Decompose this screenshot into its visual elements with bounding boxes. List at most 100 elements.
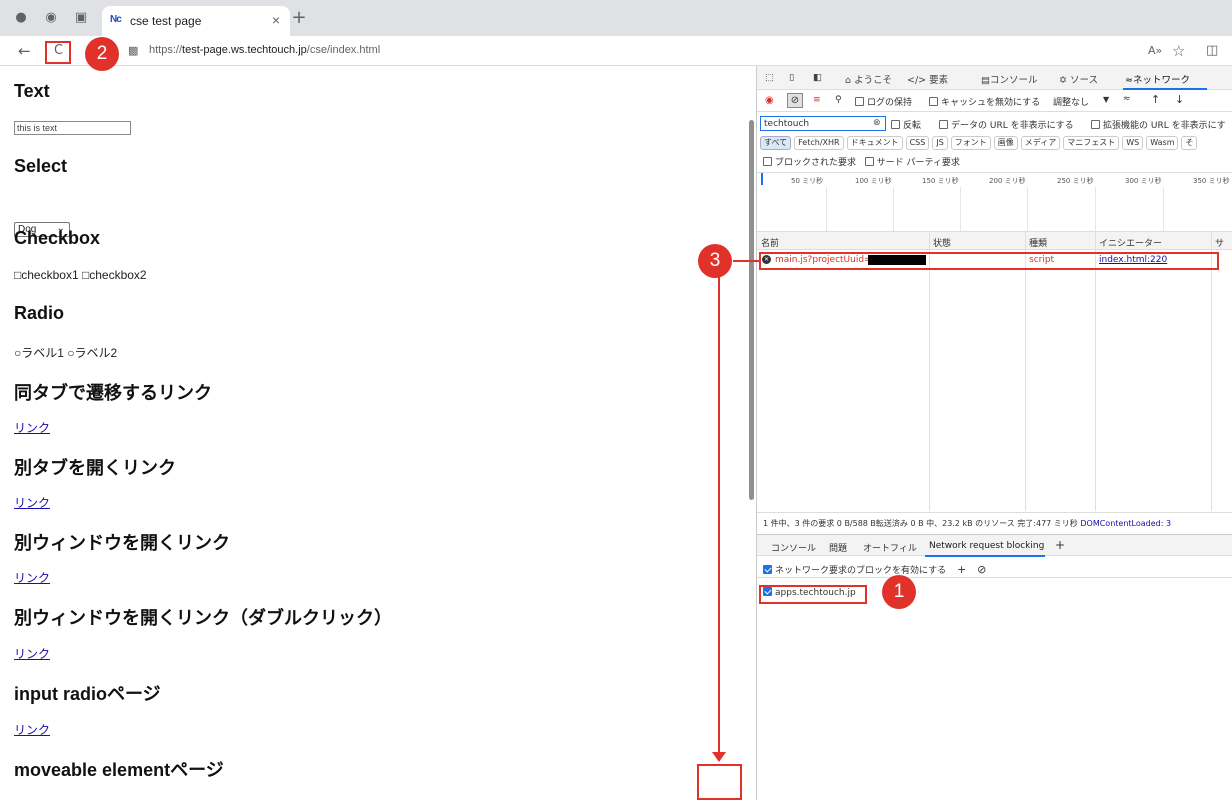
new-tab-button[interactable]: + bbox=[290, 7, 308, 28]
type-chip-all[interactable]: すべて bbox=[760, 136, 792, 150]
annotation-box-request-row bbox=[759, 252, 1219, 270]
input-radio-page-link[interactable]: リンク bbox=[14, 721, 50, 738]
blocked-requests-checkbox[interactable]: ブロックされた要求 bbox=[763, 157, 857, 168]
device-toolbar-icon[interactable]: ▯ bbox=[789, 72, 794, 83]
export-icon[interactable]: ↓ bbox=[1175, 93, 1184, 106]
tab-network[interactable]: ≈ネットワーク bbox=[1125, 72, 1190, 86]
filter-icon[interactable]: ≡ bbox=[813, 95, 821, 105]
column-name[interactable]: 名前 bbox=[761, 236, 779, 249]
type-chip-manifest[interactable]: マニフェスト bbox=[1063, 136, 1120, 150]
tab-sources[interactable]: ✡ ソース bbox=[1059, 72, 1098, 86]
inspect-icon[interactable]: ⬚ bbox=[765, 72, 774, 83]
clear-patterns-icon[interactable]: ⊘ bbox=[977, 563, 986, 576]
add-pattern-icon[interactable]: + bbox=[957, 563, 966, 576]
tab-console[interactable]: ▤コンソール bbox=[981, 72, 1038, 86]
timeline-marker bbox=[761, 173, 763, 185]
hide-data-urls-checkbox[interactable]: データの URL を非表示にする bbox=[939, 118, 1074, 131]
heading-checkbox: Checkbox bbox=[14, 228, 101, 248]
type-chip-ws[interactable]: WS bbox=[1122, 136, 1144, 150]
tab-welcome[interactable]: ⌂ ようこそ bbox=[845, 72, 892, 86]
type-chip-js[interactable]: JS bbox=[932, 136, 948, 150]
annotation-badge-1: 1 bbox=[882, 575, 916, 609]
browser-tab[interactable]: Nc cse test page × bbox=[102, 6, 290, 36]
column-size[interactable]: サ bbox=[1215, 236, 1224, 249]
requests-table-header: 名前 状態 種類 イニシエーター サ bbox=[757, 232, 1232, 250]
radio-2[interactable]: ○ラベル2 bbox=[67, 346, 117, 360]
type-chip-fetch[interactable]: Fetch/XHR bbox=[794, 136, 844, 150]
type-chip-doc[interactable]: ドキュメント bbox=[846, 136, 903, 150]
drawer-tab-issues[interactable]: 問題 bbox=[829, 541, 847, 554]
annotation-box-target bbox=[697, 764, 742, 800]
filter-input[interactable]: techtouch bbox=[760, 116, 886, 131]
column-status[interactable]: 状態 bbox=[933, 236, 951, 249]
hide-ext-urls-label: 拡張機能の URL を非表示にす bbox=[1103, 121, 1226, 131]
add-drawer-tab-icon[interactable]: + bbox=[1055, 538, 1065, 552]
import-icon[interactable]: ↑ bbox=[1151, 93, 1160, 106]
record-icon[interactable]: ◉ bbox=[765, 95, 774, 106]
workspaces-icon[interactable]: ◉ bbox=[42, 10, 60, 26]
profile-icon[interactable]: ● bbox=[12, 10, 30, 26]
dblclick-window-link[interactable]: リンク bbox=[14, 645, 50, 662]
heading-same-tab-link: 同タブで遷移するリンク bbox=[14, 383, 212, 403]
drawer-tab-autofill[interactable]: オートフィル bbox=[863, 541, 917, 554]
timeline-tick: 350 ミリ秒 bbox=[1193, 177, 1230, 185]
favorite-star-icon[interactable]: ☆ bbox=[1172, 42, 1185, 60]
type-chip-other[interactable]: そ bbox=[1181, 136, 1198, 150]
annotation-badge-2: 2 bbox=[85, 37, 119, 71]
enable-blocking-label: ネットワーク要求のブロックを有効にする bbox=[775, 566, 947, 576]
vertical-tabs-icon[interactable]: ▣ bbox=[72, 10, 90, 26]
type-chip-wasm[interactable]: Wasm bbox=[1146, 136, 1179, 150]
hide-ext-urls-checkbox[interactable]: 拡張機能の URL を非表示にす bbox=[1091, 118, 1226, 131]
address-bar[interactable]: https://test-page.ws.techtouch.jp/cse/in… bbox=[149, 44, 380, 56]
disable-cache-checkbox[interactable]: キャッシュを無効にする bbox=[929, 95, 1040, 108]
checkbox-2[interactable]: □checkbox2 bbox=[82, 268, 147, 282]
page-scrollbar[interactable] bbox=[749, 120, 754, 500]
radio-1[interactable]: ○ラベル1 bbox=[14, 346, 64, 360]
timeline-tick: 100 ミリ秒 bbox=[855, 177, 892, 185]
read-aloud-icon[interactable]: A» bbox=[1148, 42, 1162, 60]
timeline-tick: 150 ミリ秒 bbox=[922, 177, 959, 185]
third-party-label: サード パーティ要求 bbox=[876, 158, 960, 168]
throttle-select[interactable]: 調整なし bbox=[1053, 95, 1089, 108]
search-icon[interactable]: ⚲ bbox=[835, 95, 842, 105]
close-tab-icon[interactable]: × bbox=[272, 12, 280, 28]
url-path: /cse/index.html bbox=[306, 44, 381, 56]
screenshot-root: { "browser": { "tab_title": "cse test pa… bbox=[0, 0, 1232, 800]
wifi-icon: ≈ bbox=[1125, 75, 1133, 86]
new-window-link[interactable]: リンク bbox=[14, 569, 50, 586]
drawer-tab-request-blocking[interactable]: Network request blocking bbox=[929, 541, 1044, 551]
timeline-tick: 300 ミリ秒 bbox=[1125, 177, 1162, 185]
timeline-tick: 250 ミリ秒 bbox=[1057, 177, 1094, 185]
checkbox-1[interactable]: □checkbox1 bbox=[14, 268, 79, 282]
invert-checkbox[interactable]: 反転 bbox=[891, 118, 921, 131]
chevron-down-icon[interactable]: ▼ bbox=[1103, 95, 1109, 104]
network-conditions-icon[interactable]: ≈ bbox=[1123, 94, 1131, 104]
type-chip-img[interactable]: 画像 bbox=[993, 136, 1018, 150]
text-input[interactable]: this is text bbox=[14, 121, 131, 135]
back-button[interactable]: ← bbox=[18, 42, 31, 60]
tab-elements[interactable]: </> 要素 bbox=[907, 72, 948, 86]
same-tab-link[interactable]: リンク bbox=[14, 419, 50, 436]
type-chip-font[interactable]: フォント bbox=[950, 136, 991, 150]
elements-icon: </> bbox=[907, 75, 927, 86]
reader-icon[interactable]: ◫ bbox=[1206, 42, 1218, 60]
preserve-log-checkbox[interactable]: ログの保持 bbox=[855, 95, 912, 108]
radio-label: ラベル1 bbox=[21, 346, 64, 360]
dock-icon[interactable]: ◧ bbox=[813, 72, 822, 83]
network-toolbar: ◉ ⊘ ≡ ⚲ ログの保持 キャッシュを無効にする 調整なし ▼ ≈ ↑ ↓ bbox=[757, 90, 1232, 112]
clear-icon[interactable]: ⊘ bbox=[787, 93, 803, 108]
lock-icon: ▩ bbox=[128, 44, 139, 57]
clear-filter-icon[interactable]: ⊗ bbox=[873, 118, 881, 128]
column-initiator[interactable]: イニシエーター bbox=[1099, 236, 1162, 249]
type-chip-css[interactable]: CSS bbox=[905, 136, 930, 150]
column-type[interactable]: 種類 bbox=[1029, 236, 1047, 249]
type-chip-media[interactable]: メディア bbox=[1020, 136, 1061, 150]
third-party-checkbox[interactable]: サード パーティ要求 bbox=[864, 157, 960, 168]
new-tab-link[interactable]: リンク bbox=[14, 494, 50, 511]
blocked-requests-label: ブロックされた要求 bbox=[775, 158, 857, 168]
devtools-panel: ⬚ ▯ ◧ ⌂ ようこそ </> 要素 ▤コンソール ✡ ソース ≈ネットワーク… bbox=[757, 66, 1232, 800]
drawer-tab-console[interactable]: コンソール bbox=[771, 541, 816, 554]
network-summary-bar: 1 件中、3 件の要求 0 B/588 B転送済み 0 B 中、23.2 kB … bbox=[757, 512, 1232, 530]
enable-blocking-checkbox[interactable]: ネットワーク要求のブロックを有効にする bbox=[763, 565, 947, 576]
page-content: Text this is text Select Dog ⌄ Checkbox □… bbox=[0, 66, 748, 800]
